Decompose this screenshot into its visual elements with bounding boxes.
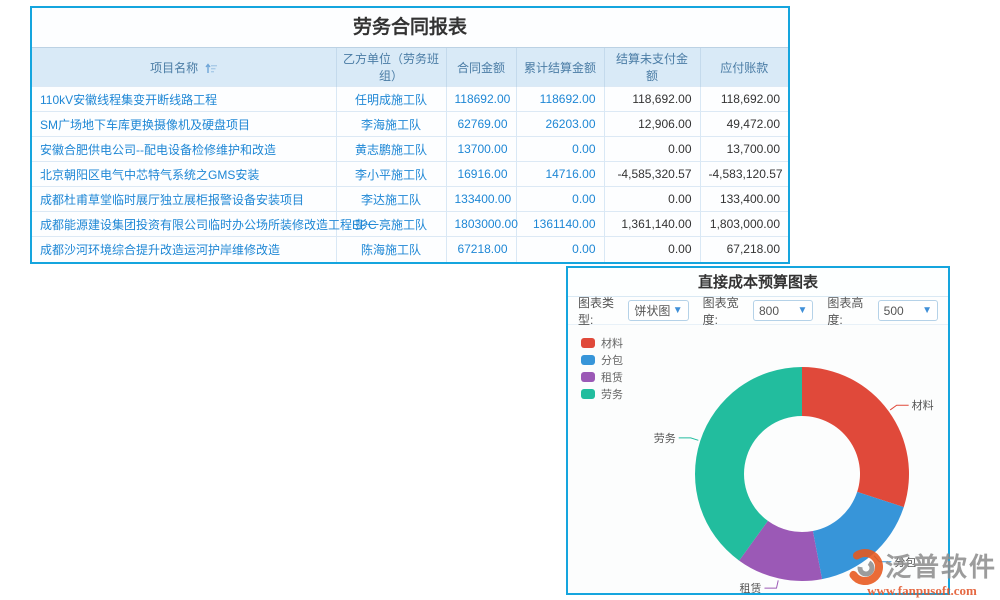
chart-type-select[interactable]: 饼状图 ▼ xyxy=(628,300,688,321)
legend-label: 租赁 xyxy=(601,369,623,385)
table-row: 北京朝阳区电气中芯特气系统之GMS安装李小平施工队16916.0014716.0… xyxy=(32,162,788,187)
payable-amount-cell: 1,803,000.00 xyxy=(700,212,788,237)
legend-item[interactable]: 分包 xyxy=(581,351,623,368)
pie-label-line xyxy=(764,580,778,588)
settled-amount-cell: 0.00 xyxy=(516,237,604,262)
unit-cell[interactable]: 李达施工队 xyxy=(336,187,446,212)
pie-label-line xyxy=(679,438,699,440)
project-name-cell[interactable]: 成都能源建设集团投资有限公司临时办公场所装修改造工程EPC xyxy=(32,212,336,237)
legend-label: 劳务 xyxy=(601,386,623,402)
unpaid-amount-cell: 0.00 xyxy=(604,237,700,262)
settled-amount-cell: 118692.00 xyxy=(516,87,604,112)
table-row: 成都杜甫草堂临时展厅独立展柜报警设备安装项目李达施工队133400.000.00… xyxy=(32,187,788,212)
contract-amount-cell: 67218.00 xyxy=(446,237,516,262)
table-row: SM广场地下车库更换摄像机及硬盘项目李海施工队62769.0026203.001… xyxy=(32,112,788,137)
column-header-unit: 乙方单位（劳务班组） xyxy=(336,48,446,87)
sort-icon[interactable] xyxy=(205,63,217,74)
settled-amount-cell: 0.00 xyxy=(516,137,604,162)
table-row: 成都能源建设集团投资有限公司临时办公场所装修改造工程EPC彭一亮施工队18030… xyxy=(32,212,788,237)
report-table: 项目名称 乙方单位（劳务班组） 合同金额 累计结算金额 结算未支付金额 应付账款… xyxy=(32,48,788,262)
unit-cell[interactable]: 李海施工队 xyxy=(336,112,446,137)
report-table-body: 110kV安徽线程集变开断线路工程任明成施工队118692.00118692.0… xyxy=(32,87,788,262)
unpaid-amount-cell: 0.00 xyxy=(604,137,700,162)
payable-amount-cell: 133,400.00 xyxy=(700,187,788,212)
chart-width-select[interactable]: 800 ▼ xyxy=(753,300,813,321)
watermark: 泛普软件 www.fanpusoft.com xyxy=(847,543,997,599)
payable-amount-cell: 118,692.00 xyxy=(700,87,788,112)
project-name-cell[interactable]: SM广场地下车库更换摄像机及硬盘项目 xyxy=(32,112,336,137)
unit-cell[interactable]: 陈海施工队 xyxy=(336,237,446,262)
contract-amount-cell: 13700.00 xyxy=(446,137,516,162)
contract-amount-cell: 118692.00 xyxy=(446,87,516,112)
legend-label: 材料 xyxy=(601,335,623,351)
contract-amount-cell: 133400.00 xyxy=(446,187,516,212)
payable-amount-cell: 49,472.00 xyxy=(700,112,788,137)
unpaid-amount-cell: 118,692.00 xyxy=(604,87,700,112)
payable-amount-cell: 13,700.00 xyxy=(700,137,788,162)
payable-amount-cell: 67,218.00 xyxy=(700,237,788,262)
contract-amount-cell: 16916.00 xyxy=(446,162,516,187)
pie-slice-label: 劳务 xyxy=(654,432,676,445)
legend-swatch xyxy=(581,372,595,382)
chevron-down-icon: ▼ xyxy=(922,306,932,316)
chart-height-label: 图表高度: xyxy=(827,294,871,328)
pie-slice-材料[interactable] xyxy=(802,367,909,507)
watermark-brand: 泛普软件 xyxy=(885,547,997,584)
unpaid-amount-cell: 12,906.00 xyxy=(604,112,700,137)
unit-cell[interactable]: 李小平施工队 xyxy=(336,162,446,187)
settled-amount-cell: 26203.00 xyxy=(516,112,604,137)
watermark-url: www.fanpusoft.com xyxy=(847,583,997,599)
project-name-cell[interactable]: 安徽合肥供电公司--配电设备检修维护和改造 xyxy=(32,137,336,162)
table-row: 安徽合肥供电公司--配电设备检修维护和改造黄志鹏施工队13700.000.000… xyxy=(32,137,788,162)
page-title: 劳务合同报表 xyxy=(32,8,788,48)
column-header-settled-amount: 累计结算金额 xyxy=(516,48,604,87)
chevron-down-icon: ▼ xyxy=(797,306,807,316)
chart-type-label: 图表类型: xyxy=(578,294,622,328)
chart-width-label: 图表宽度: xyxy=(703,294,747,328)
pie-slice-label: 材料 xyxy=(912,398,934,412)
fanpu-logo-icon xyxy=(847,543,883,587)
pie-slice-label: 租赁 xyxy=(739,581,761,593)
chart-controls: 图表类型: 饼状图 ▼ 图表宽度: 800 ▼ 图表高度: 500 ▼ xyxy=(568,297,948,325)
payable-amount-cell: -4,583,120.57 xyxy=(700,162,788,187)
column-header-contract-amount: 合同金额 xyxy=(446,48,516,87)
legend-item[interactable]: 材料 xyxy=(581,334,623,351)
column-header-project-name: 项目名称 xyxy=(32,48,336,87)
unpaid-amount-cell: -4,585,320.57 xyxy=(604,162,700,187)
column-header-payable: 应付账款 xyxy=(700,48,788,87)
chart-height-select[interactable]: 500 ▼ xyxy=(878,300,938,321)
table-row: 成都沙河环境综合提升改造运河护岸维修改造陈海施工队67218.000.000.0… xyxy=(32,237,788,262)
chart-legend: 材料分包租赁劳务 xyxy=(581,334,623,402)
chart-panel-title: 直接成本预算图表 xyxy=(568,268,948,297)
settled-amount-cell: 1361140.00 xyxy=(516,212,604,237)
legend-item[interactable]: 劳务 xyxy=(581,385,623,402)
unpaid-amount-cell: 1,361,140.00 xyxy=(604,212,700,237)
settled-amount-cell: 14716.00 xyxy=(516,162,604,187)
settled-amount-cell: 0.00 xyxy=(516,187,604,212)
contract-amount-cell: 62769.00 xyxy=(446,112,516,137)
column-header-unpaid-amount: 结算未支付金额 xyxy=(604,48,700,87)
table-row: 110kV安徽线程集变开断线路工程任明成施工队118692.00118692.0… xyxy=(32,87,788,112)
legend-swatch xyxy=(581,355,595,365)
project-name-cell[interactable]: 成都杜甫草堂临时展厅独立展柜报警设备安装项目 xyxy=(32,187,336,212)
table-header-row: 项目名称 乙方单位（劳务班组） 合同金额 累计结算金额 结算未支付金额 应付账款 xyxy=(32,48,788,87)
legend-swatch xyxy=(581,338,595,348)
chevron-down-icon: ▼ xyxy=(673,306,683,316)
unit-cell[interactable]: 黄志鹏施工队 xyxy=(336,137,446,162)
contract-amount-cell: 1803000.00 xyxy=(446,212,516,237)
unpaid-amount-cell: 0.00 xyxy=(604,187,700,212)
legend-label: 分包 xyxy=(601,352,623,368)
pie-label-line xyxy=(890,405,908,410)
legend-item[interactable]: 租赁 xyxy=(581,368,623,385)
project-name-cell[interactable]: 成都沙河环境综合提升改造运河护岸维修改造 xyxy=(32,237,336,262)
labor-contract-report-panel: 劳务合同报表 项目名称 乙方单位（劳务班组） 合同金额 累计结算金额 xyxy=(30,6,790,264)
unit-cell[interactable]: 任明成施工队 xyxy=(336,87,446,112)
legend-swatch xyxy=(581,389,595,399)
project-name-cell[interactable]: 北京朝阳区电气中芯特气系统之GMS安装 xyxy=(32,162,336,187)
project-name-cell[interactable]: 110kV安徽线程集变开断线路工程 xyxy=(32,87,336,112)
